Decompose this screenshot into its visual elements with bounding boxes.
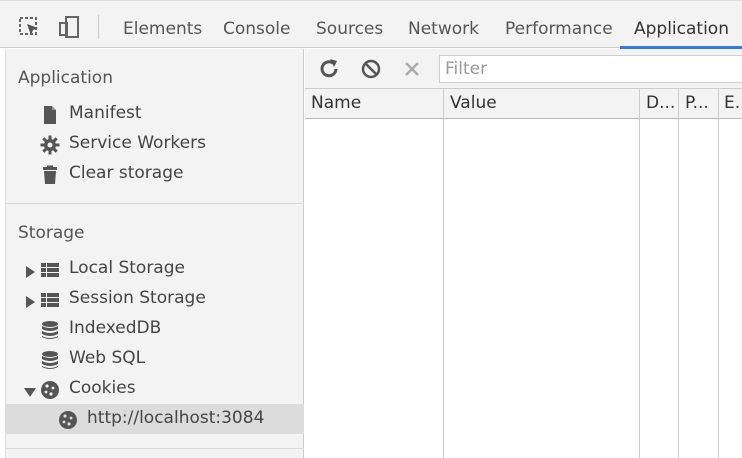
device-toolbar-icon[interactable] <box>58 15 82 39</box>
column-header-name[interactable]: Name <box>305 89 442 119</box>
sidebar-item-cookie-origin[interactable]: http://localhost:3084 <box>6 404 304 434</box>
tab-console[interactable]: Console <box>223 9 291 49</box>
cookie-icon <box>58 410 78 430</box>
inspect-element-icon[interactable] <box>18 15 42 39</box>
document-icon <box>40 105 60 125</box>
sidebar-item-service-workers[interactable]: Service Workers <box>6 129 304 159</box>
section-title-application: Application <box>18 68 113 88</box>
refresh-icon[interactable] <box>317 57 341 81</box>
gear-icon <box>40 135 60 155</box>
sidebar-item-label: Web SQL <box>69 348 146 368</box>
sidebar-item-indexeddb[interactable]: IndexedDB <box>6 314 304 344</box>
filter-input[interactable] <box>439 55 742 83</box>
sidebar-item-label: http://localhost:3084 <box>87 408 265 428</box>
sidebar-item-clear-storage[interactable]: Clear storage <box>6 159 304 189</box>
tab-application[interactable]: Application <box>634 9 729 49</box>
cookies-toolbar <box>305 49 742 89</box>
toolbar-separator <box>98 15 99 39</box>
sidebar-item-label: Local Storage <box>69 258 185 278</box>
sidebar-item-session-storage[interactable]: Session Storage <box>6 284 304 314</box>
collapse-arrow-icon[interactable] <box>24 383 36 397</box>
expand-arrow-icon[interactable] <box>24 293 36 308</box>
application-sidebar: Application Manifest Service Workers Cle… <box>5 49 304 458</box>
cookie-icon <box>40 380 60 400</box>
devtools-tab-bar: Elements Console Sources Network Perform… <box>0 0 742 49</box>
column-header-expires[interactable]: E... <box>718 89 742 119</box>
table-icon <box>40 290 60 310</box>
sidebar-item-label: Clear storage <box>69 163 184 183</box>
table-icon <box>40 260 60 280</box>
sidebar-item-local-storage[interactable]: Local Storage <box>6 254 304 284</box>
clear-all-icon[interactable] <box>359 57 383 81</box>
cookies-table-body[interactable] <box>305 120 742 458</box>
sidebar-item-label: Session Storage <box>69 288 206 308</box>
sidebar-item-manifest[interactable]: Manifest <box>6 99 304 129</box>
column-header-domain[interactable]: D... <box>640 89 678 119</box>
column-header-path[interactable]: P... <box>679 89 717 119</box>
trash-icon <box>40 165 60 185</box>
sidebar-item-web-sql[interactable]: Web SQL <box>6 344 304 374</box>
database-icon <box>40 320 60 340</box>
tab-elements[interactable]: Elements <box>123 9 202 49</box>
sidebar-divider <box>6 448 304 449</box>
sidebar-item-label: IndexedDB <box>69 318 162 338</box>
sidebar-divider <box>6 203 304 204</box>
column-header-value[interactable]: Value <box>444 89 639 119</box>
database-icon <box>40 350 60 370</box>
tab-performance[interactable]: Performance <box>505 9 613 49</box>
tab-network[interactable]: Network <box>408 9 479 49</box>
cookies-table-header: Name Value D... P... E... <box>305 89 742 119</box>
sidebar-item-label: Service Workers <box>69 133 206 153</box>
sidebar-item-label: Manifest <box>69 103 142 123</box>
section-title-storage: Storage <box>18 223 85 243</box>
sidebar-item-label: Cookies <box>69 378 136 398</box>
delete-icon[interactable] <box>400 57 424 81</box>
tab-sources[interactable]: Sources <box>316 9 383 49</box>
expand-arrow-icon[interactable] <box>24 263 36 278</box>
sidebar-item-cookies[interactable]: Cookies <box>6 374 304 404</box>
